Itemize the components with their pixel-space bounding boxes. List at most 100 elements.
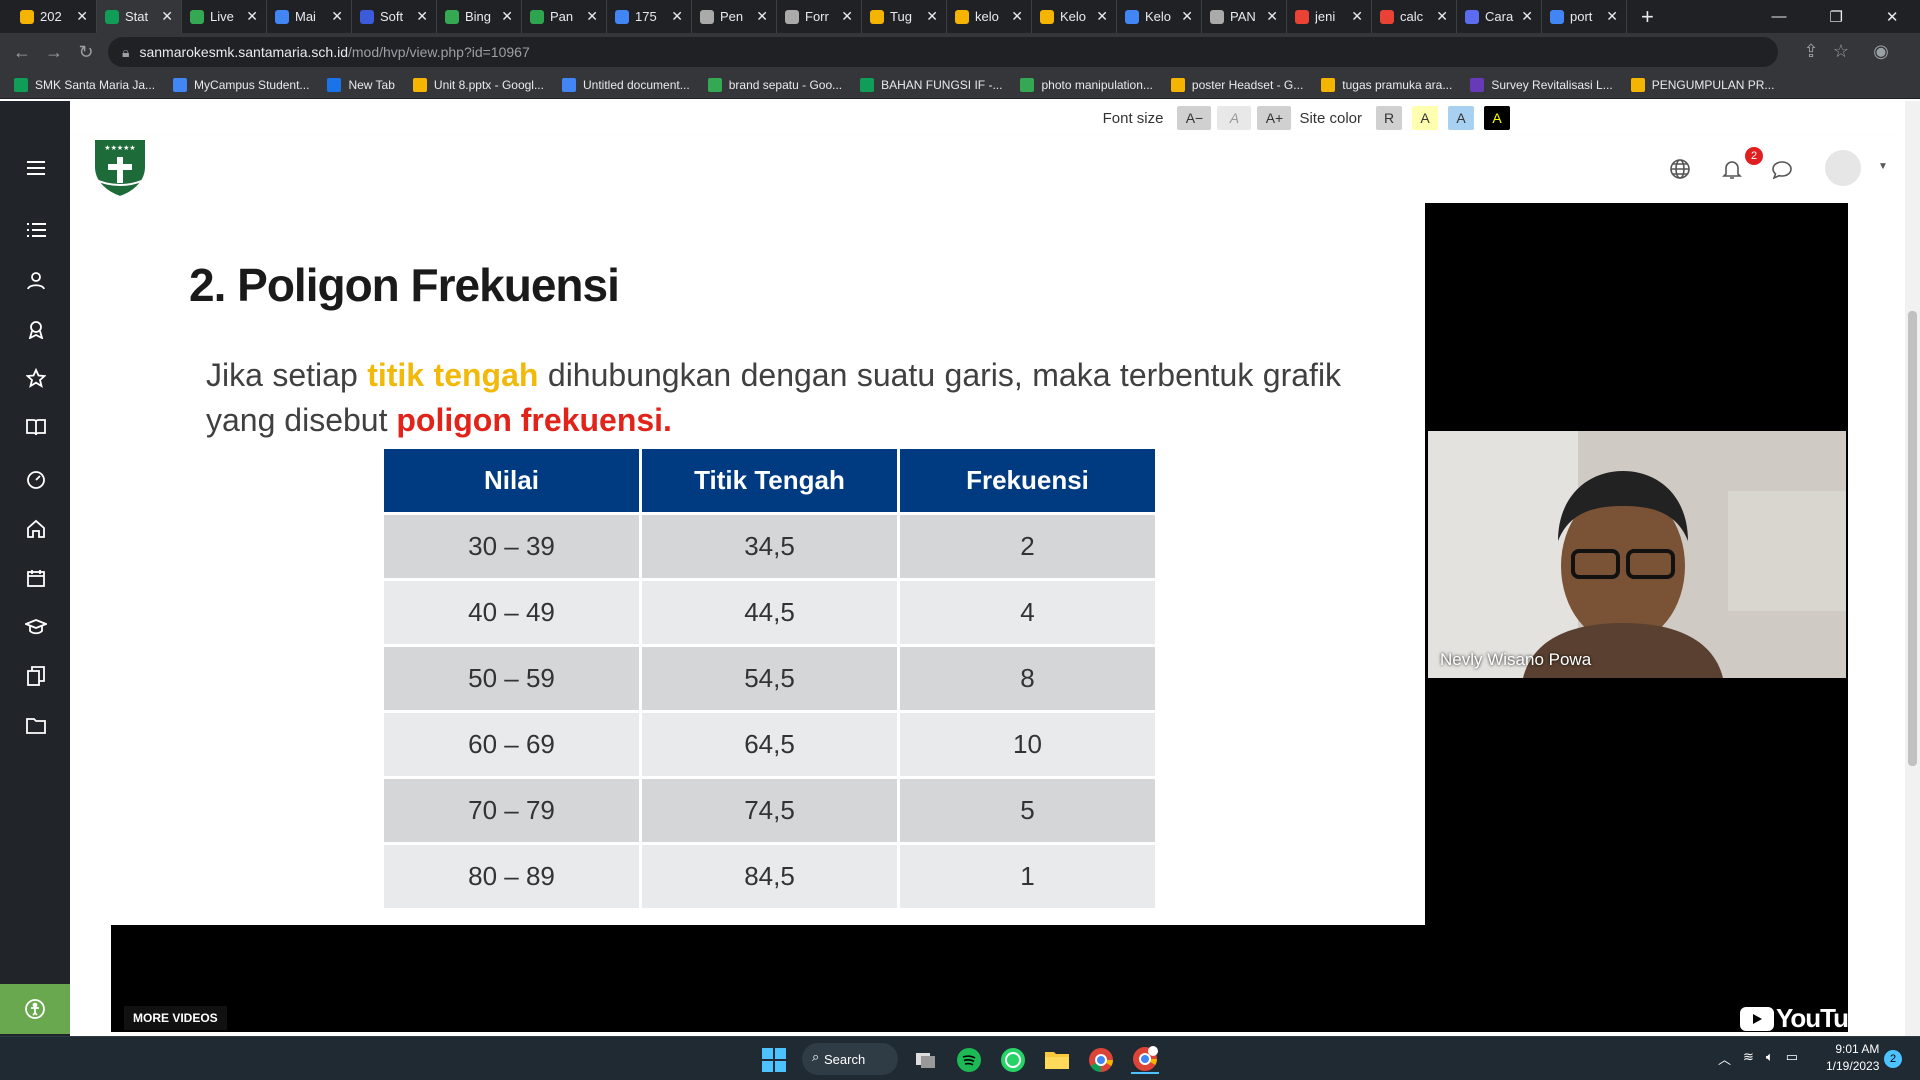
browser-tab[interactable]: Kelo ✕ bbox=[1032, 0, 1117, 33]
youtube-logo[interactable]: YouTube bbox=[1740, 1003, 1877, 1034]
badge-icon[interactable] bbox=[24, 317, 48, 341]
forward-icon[interactable]: → bbox=[38, 42, 70, 63]
bookmark-item[interactable]: Unit 8.pptx - Googl... bbox=[412, 77, 544, 92]
share-icon[interactable]: ⇪ bbox=[1795, 41, 1827, 62]
browser-tab[interactable]: Bing ✕ bbox=[437, 0, 522, 33]
school-logo[interactable]: ★★★★★ bbox=[88, 135, 152, 199]
browser-tab[interactable]: Mai ✕ bbox=[267, 0, 352, 33]
bookmark-item[interactable]: New Tab bbox=[327, 77, 395, 92]
tab-close-icon[interactable]: ✕ bbox=[1351, 8, 1363, 25]
tab-close-icon[interactable]: ✕ bbox=[1606, 8, 1618, 25]
more-videos-button[interactable]: MORE VIDEOS bbox=[124, 1006, 227, 1030]
globe-icon[interactable] bbox=[1668, 157, 1694, 183]
browser-tab[interactable]: Pan ✕ bbox=[522, 0, 607, 33]
color-blue-button[interactable]: A bbox=[1448, 106, 1474, 130]
tab-close-icon[interactable]: ✕ bbox=[416, 8, 428, 25]
dashboard-icon[interactable] bbox=[24, 468, 48, 492]
participants-icon[interactable] bbox=[24, 268, 48, 292]
browser-tab[interactable]: Forr ✕ bbox=[777, 0, 862, 33]
spotify-icon[interactable] bbox=[955, 1046, 983, 1074]
chevron-down-icon[interactable]: ▼ bbox=[1878, 161, 1904, 187]
task-view-icon[interactable] bbox=[912, 1046, 940, 1074]
bookmark-item[interactable]: PENGUMPULAN PR... bbox=[1630, 77, 1774, 92]
bookmark-item[interactable]: MyCampus Student... bbox=[173, 77, 309, 92]
browser-tab[interactable]: Pen ✕ bbox=[692, 0, 777, 33]
tab-close-icon[interactable]: ✕ bbox=[1521, 8, 1533, 25]
notification-bell-icon[interactable] bbox=[1720, 157, 1746, 183]
browser-tab[interactable]: Tug ✕ bbox=[862, 0, 947, 33]
minimize-icon[interactable]: — bbox=[1771, 8, 1786, 25]
tab-close-icon[interactable]: ✕ bbox=[331, 8, 343, 25]
calendar-icon[interactable] bbox=[24, 566, 48, 590]
bookmark-item[interactable]: BAHAN FUNGSI IF -... bbox=[860, 77, 1002, 92]
bookmark-item[interactable]: tugas pramuka ara... bbox=[1321, 77, 1452, 92]
tab-close-icon[interactable]: ✕ bbox=[586, 8, 598, 25]
browser-tab[interactable]: calc ✕ bbox=[1372, 0, 1457, 33]
home-icon[interactable] bbox=[24, 517, 48, 541]
tab-close-icon[interactable]: ✕ bbox=[246, 8, 258, 25]
list-icon[interactable] bbox=[24, 218, 48, 242]
chevron-up-icon[interactable]: ︿ bbox=[1718, 1049, 1731, 1068]
bookmark-item[interactable]: SMK Santa Maria Ja... bbox=[14, 77, 155, 92]
tab-close-icon[interactable]: ✕ bbox=[1266, 8, 1278, 25]
bookmark-item[interactable]: photo manipulation... bbox=[1020, 77, 1153, 92]
chrome-profile-icon[interactable] bbox=[1131, 1046, 1159, 1074]
browser-tab[interactable]: PAN ✕ bbox=[1202, 0, 1287, 33]
tab-close-icon[interactable]: ✕ bbox=[671, 8, 683, 25]
browser-tab[interactable]: Kelo ✕ bbox=[1117, 0, 1202, 33]
book-icon[interactable] bbox=[24, 415, 48, 439]
browser-tab[interactable]: 202 ✕ bbox=[12, 0, 97, 33]
profile-icon[interactable]: ◉ bbox=[1865, 41, 1897, 62]
system-clock[interactable]: 9:01 AM 1/19/2023 bbox=[1826, 1041, 1879, 1075]
restore-icon[interactable]: ❐ bbox=[1829, 8, 1842, 26]
accessibility-button[interactable] bbox=[0, 984, 70, 1034]
graduation-cap-icon[interactable] bbox=[24, 615, 48, 639]
tab-close-icon[interactable]: ✕ bbox=[76, 8, 88, 25]
tab-close-icon[interactable]: ✕ bbox=[1011, 8, 1023, 25]
font-decrease-button[interactable]: A− bbox=[1177, 106, 1212, 130]
tab-close-icon[interactable]: ✕ bbox=[1436, 8, 1448, 25]
bookmark-item[interactable]: Untitled document... bbox=[561, 77, 690, 92]
menu-icon[interactable] bbox=[24, 156, 48, 180]
back-icon[interactable]: ← bbox=[6, 42, 38, 63]
font-increase-button[interactable]: A+ bbox=[1257, 106, 1292, 130]
browser-tab[interactable]: Stat ✕ bbox=[97, 0, 182, 33]
whatsapp-icon[interactable] bbox=[999, 1046, 1027, 1074]
new-tab-icon[interactable]: + bbox=[1641, 4, 1654, 30]
close-icon[interactable]: ✕ bbox=[1886, 8, 1899, 26]
volume-icon[interactable]: 🔈︎ bbox=[1766, 1049, 1774, 1068]
folder-icon[interactable] bbox=[24, 713, 48, 737]
font-reset-button[interactable]: A bbox=[1217, 106, 1252, 130]
url-field[interactable]: 🔒︎ sanmarokesmk.santamaria.sch.id/mod/hv… bbox=[108, 37, 1778, 67]
taskbar-search[interactable]: ⌕ Search bbox=[802, 1043, 898, 1075]
color-black-button[interactable]: A bbox=[1484, 106, 1510, 130]
bookmark-item[interactable]: Survey Revitalisasi L... bbox=[1470, 77, 1613, 92]
tab-close-icon[interactable]: ✕ bbox=[926, 8, 938, 25]
bookmark-item[interactable]: poster Headset - G... bbox=[1170, 77, 1303, 92]
scrollbar-thumb[interactable] bbox=[1908, 311, 1917, 766]
color-reset-button[interactable]: R bbox=[1376, 106, 1402, 130]
tab-close-icon[interactable]: ✕ bbox=[1181, 8, 1193, 25]
content-bank-icon[interactable] bbox=[24, 664, 48, 688]
page-scrollbar[interactable] bbox=[1905, 101, 1920, 1036]
user-avatar[interactable] bbox=[1825, 150, 1861, 186]
browser-tab[interactable]: jeni ✕ bbox=[1287, 0, 1372, 33]
browser-tab[interactable]: Live ✕ bbox=[182, 0, 267, 33]
messages-icon[interactable] bbox=[1770, 157, 1796, 183]
tab-close-icon[interactable]: ✕ bbox=[841, 8, 853, 25]
browser-tab[interactable]: Soft ✕ bbox=[352, 0, 437, 33]
tab-close-icon[interactable]: ✕ bbox=[501, 8, 513, 25]
browser-tab[interactable]: 175 ✕ bbox=[607, 0, 692, 33]
battery-icon[interactable]: ▭ bbox=[1786, 1049, 1798, 1068]
wifi-icon[interactable]: ≋ bbox=[1743, 1049, 1754, 1068]
color-yellow-button[interactable]: A bbox=[1412, 106, 1438, 130]
browser-tab[interactable]: port ✕ bbox=[1542, 0, 1627, 33]
browser-tab[interactable]: Cara ✕ bbox=[1457, 0, 1542, 33]
reload-icon[interactable]: ↻ bbox=[70, 42, 102, 63]
bookmark-item[interactable]: brand sepatu - Goo... bbox=[707, 77, 842, 92]
star-outline-icon[interactable] bbox=[24, 366, 48, 390]
tab-close-icon[interactable]: ✕ bbox=[161, 8, 173, 25]
tab-close-icon[interactable]: ✕ bbox=[756, 8, 768, 25]
browser-tab[interactable]: kelo ✕ bbox=[947, 0, 1032, 33]
file-explorer-icon[interactable] bbox=[1043, 1046, 1071, 1074]
